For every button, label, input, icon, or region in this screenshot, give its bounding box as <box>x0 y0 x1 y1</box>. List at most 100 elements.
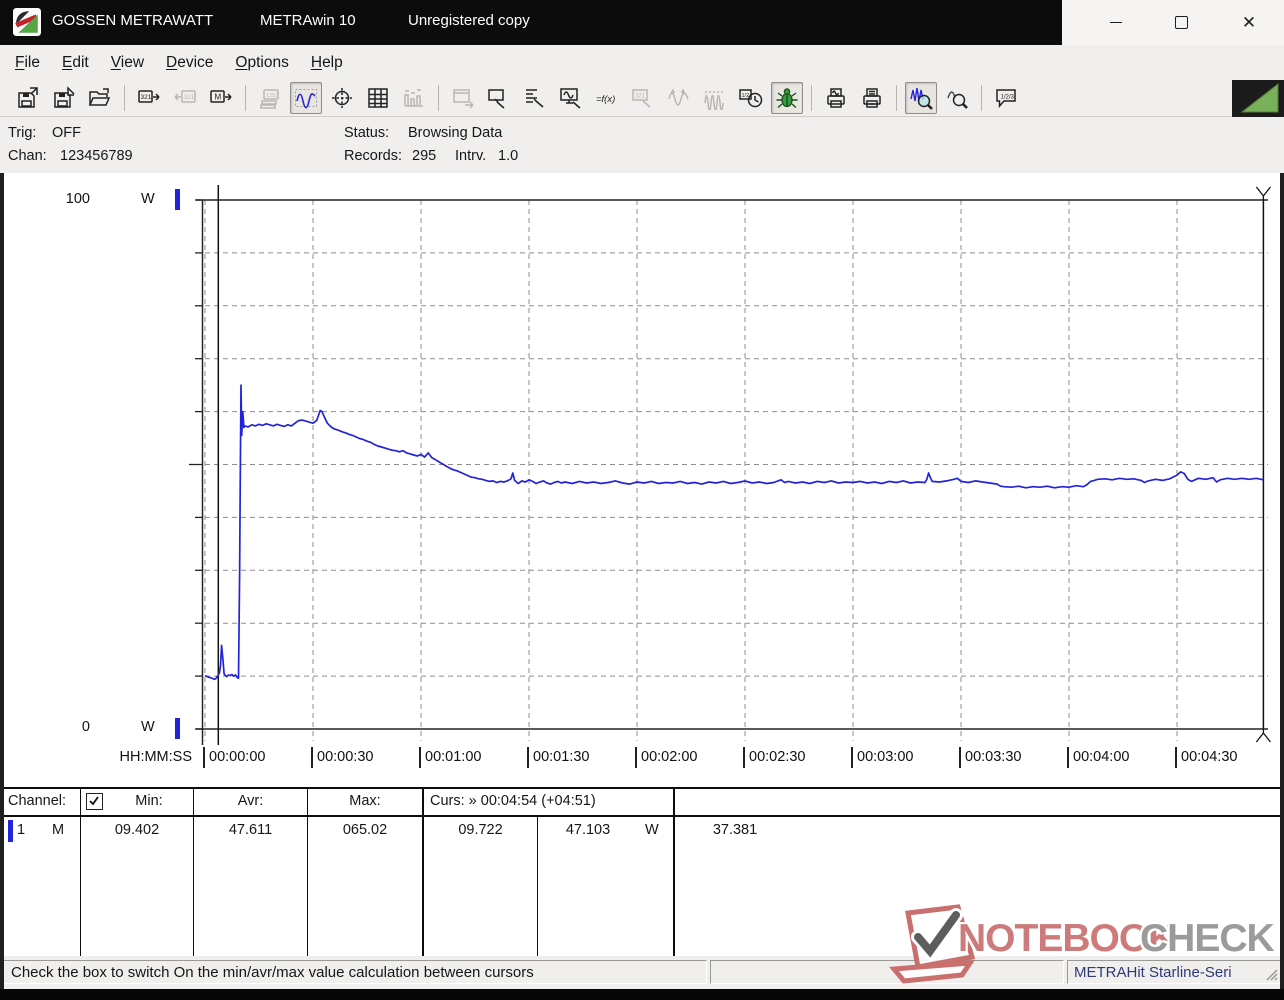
open-file-button[interactable] <box>84 82 116 114</box>
send-device-button[interactable]: 321 <box>169 82 201 114</box>
zoom-out-icon <box>945 86 969 110</box>
minmax-toggle-checkbox[interactable] <box>86 793 103 810</box>
toolbar-separator <box>981 85 982 111</box>
window-border-bottom <box>0 989 1284 1000</box>
menu-item-help[interactable]: Help <box>300 50 354 76</box>
display-config-button[interactable] <box>555 82 587 114</box>
statusbar-device-segment: METRAHit Starline-Seri <box>1067 960 1281 984</box>
device-settings-icon: 321 <box>631 86 655 110</box>
cursor-2-top-handle[interactable] <box>1256 187 1270 200</box>
cursor-scope-view-button[interactable] <box>326 82 358 114</box>
notes-button[interactable]: 1/2/3 <box>990 82 1022 114</box>
table-col-line <box>80 787 81 956</box>
col-header-channel: Channel: <box>8 793 66 809</box>
export-window-button[interactable] <box>447 82 479 114</box>
x-axis-tick <box>851 747 853 768</box>
resize-grip-icon[interactable] <box>1264 967 1278 981</box>
x-axis-tick <box>1175 747 1177 768</box>
menu-item-device[interactable]: Device <box>155 50 224 76</box>
maximize-button[interactable] <box>1152 0 1210 45</box>
toolbar-separator <box>811 85 812 111</box>
col-header-avr: Avr: <box>194 793 307 809</box>
interval-label: Intrv. <box>455 148 486 164</box>
col-header-cursor: Curs: » 00:04:54 (+04:51) <box>430 793 596 809</box>
export-window-icon <box>451 86 475 110</box>
close-button[interactable]: ✕ <box>1220 0 1278 45</box>
svg-text:321: 321 <box>184 94 195 101</box>
title-app: METRAwin 10 <box>260 12 356 29</box>
channel-config-button[interactable] <box>519 82 551 114</box>
wave-cursor-settings-button[interactable] <box>663 82 695 114</box>
statusbar-empty-segment <box>710 960 1064 984</box>
print-report-button[interactable] <box>856 82 888 114</box>
maximize-icon <box>1175 16 1188 29</box>
x-axis-tick <box>527 747 529 768</box>
demo-bug-button[interactable] <box>771 82 803 114</box>
channel-1-color-marker <box>8 820 13 842</box>
interval-value: 1.0 <box>498 148 518 164</box>
histogram-view-button[interactable] <box>398 82 430 114</box>
print-chart-icon <box>824 86 848 110</box>
status-bar: Check the box to switch On the min/avr/m… <box>0 956 1284 989</box>
chart-view-button[interactable] <box>290 82 322 114</box>
menu-item-edit[interactable]: Edit <box>51 50 100 76</box>
time-interval-icon: 1/2 <box>739 86 763 110</box>
multimeter-display-button[interactable]: 1252 <box>254 82 286 114</box>
table-col-line <box>193 787 194 956</box>
corner-resize-triangle-icon[interactable] <box>1232 80 1284 117</box>
statusbar-message-segment: Check the box to switch On the min/avr/m… <box>3 960 707 984</box>
col-header-min: Min: <box>104 793 194 809</box>
wave-cursor-settings-icon <box>667 86 691 110</box>
menu-item-view[interactable]: View <box>100 50 155 76</box>
wave-dense-settings-button[interactable] <box>699 82 731 114</box>
titlebar-button-zone: ✕ <box>1062 0 1284 45</box>
zoom-in-button[interactable] <box>905 82 937 114</box>
zoom-out-button[interactable] <box>941 82 973 114</box>
read-device-button[interactable]: 321 <box>133 82 165 114</box>
device-settings-button[interactable]: 321 <box>627 82 659 114</box>
status-value: Browsing Data <box>408 125 502 141</box>
x-axis-tick <box>743 747 745 768</box>
menu-item-file[interactable]: File <box>4 50 51 76</box>
x-axis-label-row: HH:MM:SS 00:00:0000:00:3000:01:0000:01:3… <box>0 746 1284 774</box>
app-window: GOSSEN METRAWATT METRAwin 10 Unregistere… <box>0 0 1284 1000</box>
save-file-button[interactable] <box>12 82 44 114</box>
x-axis-tick <box>635 747 637 768</box>
x-axis-tick-label: 00:04:30 <box>1181 749 1237 765</box>
table-view-button[interactable] <box>362 82 394 114</box>
read-device-icon: 321 <box>137 86 161 110</box>
table-col-line-cursor <box>422 787 424 956</box>
title-license: Unregistered copy <box>408 12 530 29</box>
x-axis-tick-label: 00:02:30 <box>749 749 805 765</box>
chan-label: Chan: <box>8 148 47 164</box>
status-label: Status: <box>344 125 389 141</box>
cursor-2-bottom-handle[interactable] <box>1256 729 1270 742</box>
print-chart-button[interactable] <box>820 82 852 114</box>
x-axis-tick-label: 00:01:30 <box>533 749 589 765</box>
chart-panel[interactable]: 100 W 0 W HH:MM:SS 00:00:0000:00:3000:01… <box>0 173 1284 787</box>
x-axis-tick <box>1067 747 1069 768</box>
chart-view-icon <box>294 86 318 110</box>
x-axis-tick-label: 00:03:00 <box>857 749 913 765</box>
power-trace-line <box>205 385 1263 679</box>
row-channel-number: 1 <box>17 822 25 838</box>
x-axis-tick-label: 00:00:00 <box>209 749 265 765</box>
plot-area[interactable] <box>0 173 1284 787</box>
toolbar: 321 321 M 1252 =f(x) 321 1/2 1/2/3 <box>0 80 1284 117</box>
zoom-in-icon <box>909 86 933 110</box>
read-memory-icon: M <box>209 86 233 110</box>
toolbar-corner-block <box>1232 80 1284 117</box>
minimize-button[interactable] <box>1087 0 1145 45</box>
time-interval-button[interactable]: 1/2 <box>735 82 767 114</box>
device-config-button[interactable] <box>483 82 515 114</box>
app-logo-icon <box>13 8 41 36</box>
notes-icon: 1/2/3 <box>994 86 1018 110</box>
x-axis-tick-label: 00:00:30 <box>317 749 373 765</box>
x-axis-tick <box>959 747 961 768</box>
formula-fx-button[interactable]: =f(x) <box>591 82 623 114</box>
toolbar-separator <box>438 85 439 111</box>
read-memory-button[interactable]: M <box>205 82 237 114</box>
save-as-button[interactable] <box>48 82 80 114</box>
row-avr-value: 47.611 <box>194 822 307 838</box>
menu-item-options[interactable]: Options <box>224 50 299 76</box>
